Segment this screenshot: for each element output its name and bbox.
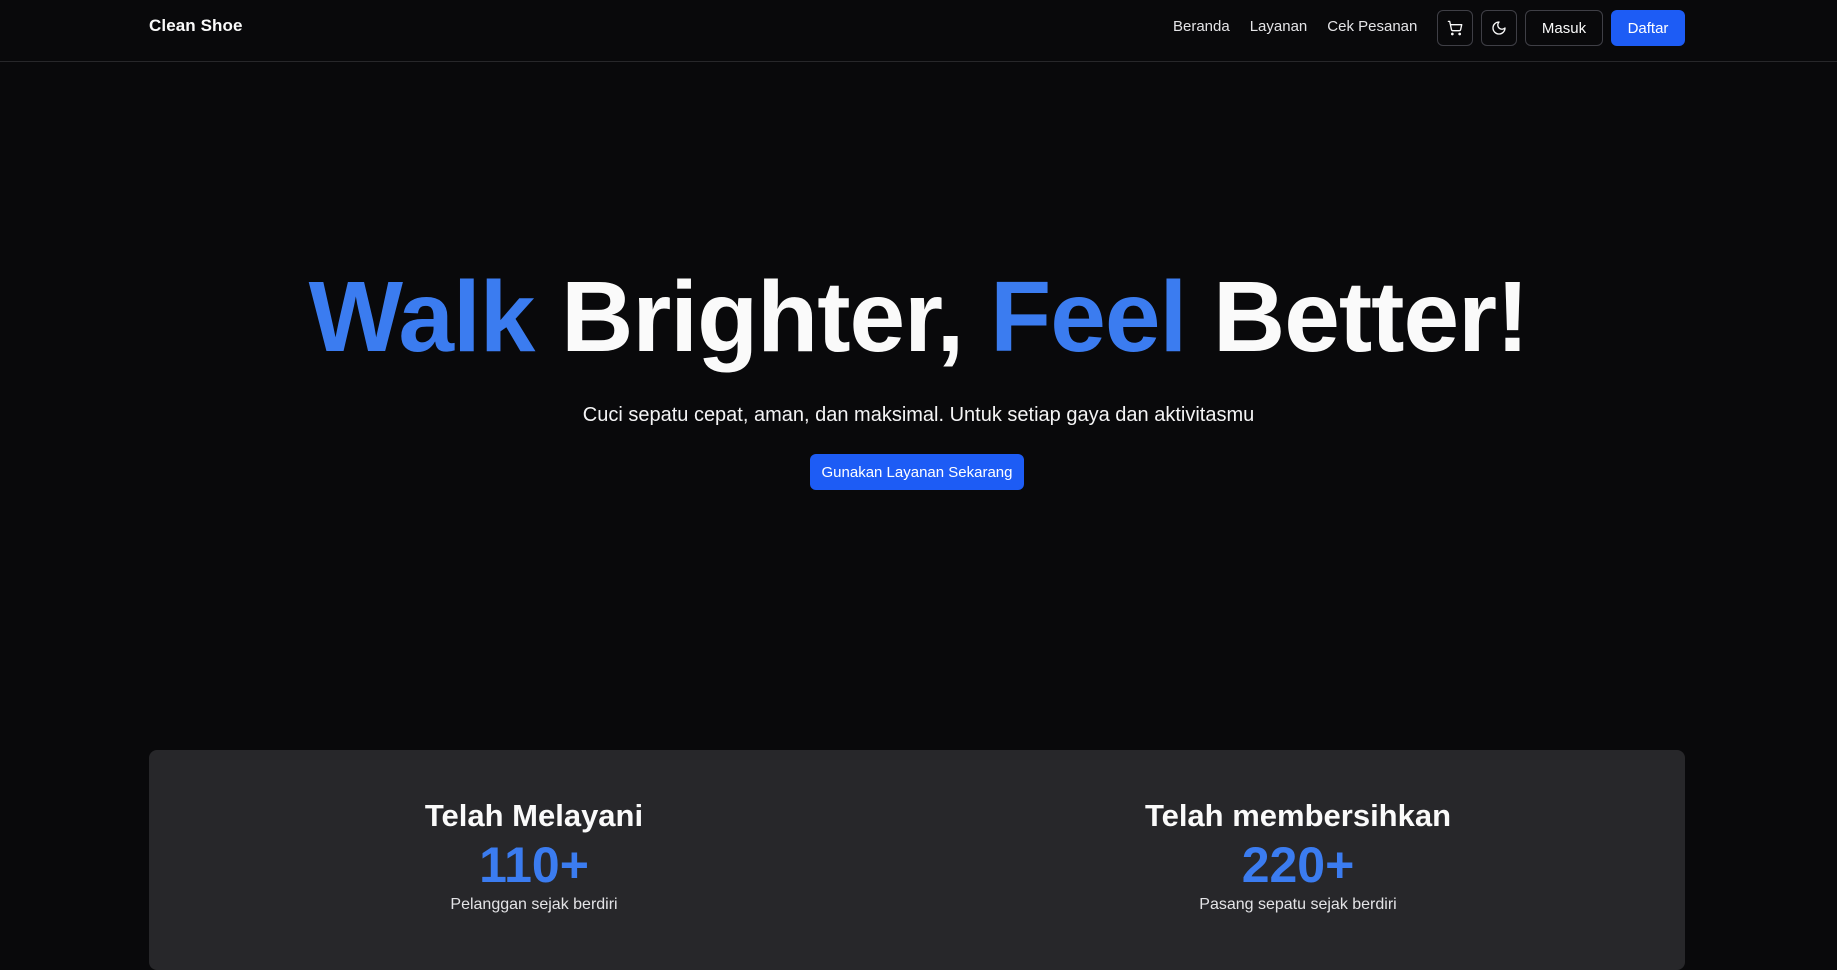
stat-description: Pelanggan sejak berdiri [450, 896, 618, 913]
cart-button[interactable] [1437, 10, 1473, 46]
login-button[interactable]: Masuk [1525, 10, 1603, 46]
stat-value: 220+ [1241, 837, 1355, 893]
stats-card: Telah Melayani 110+ Pelanggan sejak berd… [149, 750, 1685, 970]
nav-link-layanan[interactable]: Layanan [1250, 18, 1308, 35]
nav-link-cek-pesanan[interactable]: Cek Pesanan [1327, 18, 1417, 35]
register-button[interactable]: Daftar [1611, 10, 1685, 46]
hero-title-word-better: Better! [1213, 261, 1529, 373]
shopping-cart-icon [1447, 20, 1463, 36]
top-navbar: Clean Shoe Beranda Layanan Cek Pesanan M… [0, 0, 1837, 62]
hero-title-word-walk: Walk [308, 261, 536, 373]
stat-customers: Telah Melayani 110+ Pelanggan sejak berd… [334, 796, 734, 916]
stat-value: 110+ [479, 837, 589, 893]
stat-shoes-cleaned: Telah membersihkan 220+ Pasang sepatu se… [1098, 796, 1498, 916]
brand-logo[interactable]: Clean Shoe [149, 16, 243, 36]
hero-title-word-brighter: Brighter, [561, 261, 964, 373]
main-nav: Beranda Layanan Cek Pesanan [1173, 18, 1417, 35]
stat-label: Telah membersihkan [1144, 798, 1452, 833]
use-service-button[interactable]: Gunakan Layanan Sekarang [810, 454, 1024, 490]
hero-subtitle: Cuci sepatu cepat, aman, dan maksimal. U… [582, 404, 1255, 426]
hero-title: Walk Brighter, Feel Better! [0, 262, 1837, 372]
nav-link-beranda[interactable]: Beranda [1173, 18, 1230, 35]
stat-description: Pasang sepatu sejak berdiri [1199, 896, 1397, 913]
hero-title-word-feel: Feel [990, 261, 1187, 373]
moon-icon [1492, 21, 1506, 35]
theme-toggle-button[interactable] [1481, 10, 1517, 46]
stat-label: Telah Melayani [424, 798, 644, 833]
